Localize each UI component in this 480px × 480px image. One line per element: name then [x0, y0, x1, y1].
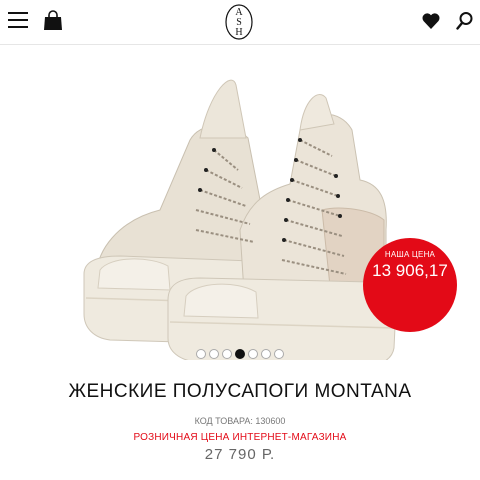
retail-price-label: РОЗНИЧНАЯ ЦЕНА ИНТЕРНЕТ-МАГАЗИНА — [133, 432, 347, 443]
gallery-pagination — [196, 349, 284, 359]
retail-price: 27 790 Р. — [204, 446, 276, 463]
gallery-dot[interactable] — [222, 349, 232, 359]
search-icon[interactable] — [456, 11, 474, 31]
brand-logo[interactable]: A S H — [224, 3, 254, 41]
bag-icon[interactable] — [42, 10, 64, 32]
menu-icon[interactable] — [8, 12, 28, 28]
svg-text:H: H — [235, 27, 242, 38]
badge-label: НАША ЦЕНА — [384, 250, 436, 259]
gallery-dot[interactable] — [235, 349, 245, 359]
gallery-dot[interactable] — [274, 349, 284, 359]
product-sku: КОД ТОВАРА: 130600 — [194, 416, 286, 426]
site-header: A S H — [0, 0, 480, 45]
product-title: ЖЕНСКИЕ ПОЛУСАПОГИ MONTANA — [68, 381, 412, 402]
gallery-dot[interactable] — [261, 349, 271, 359]
gallery-dot[interactable] — [196, 349, 206, 359]
badge-price: 13 906,17 — [372, 261, 448, 280]
our-price-badge: НАША ЦЕНА 13 906,17 — [363, 238, 457, 332]
gallery-dot[interactable] — [209, 349, 219, 359]
gallery-dot[interactable] — [248, 349, 258, 359]
heart-icon[interactable] — [421, 11, 441, 31]
